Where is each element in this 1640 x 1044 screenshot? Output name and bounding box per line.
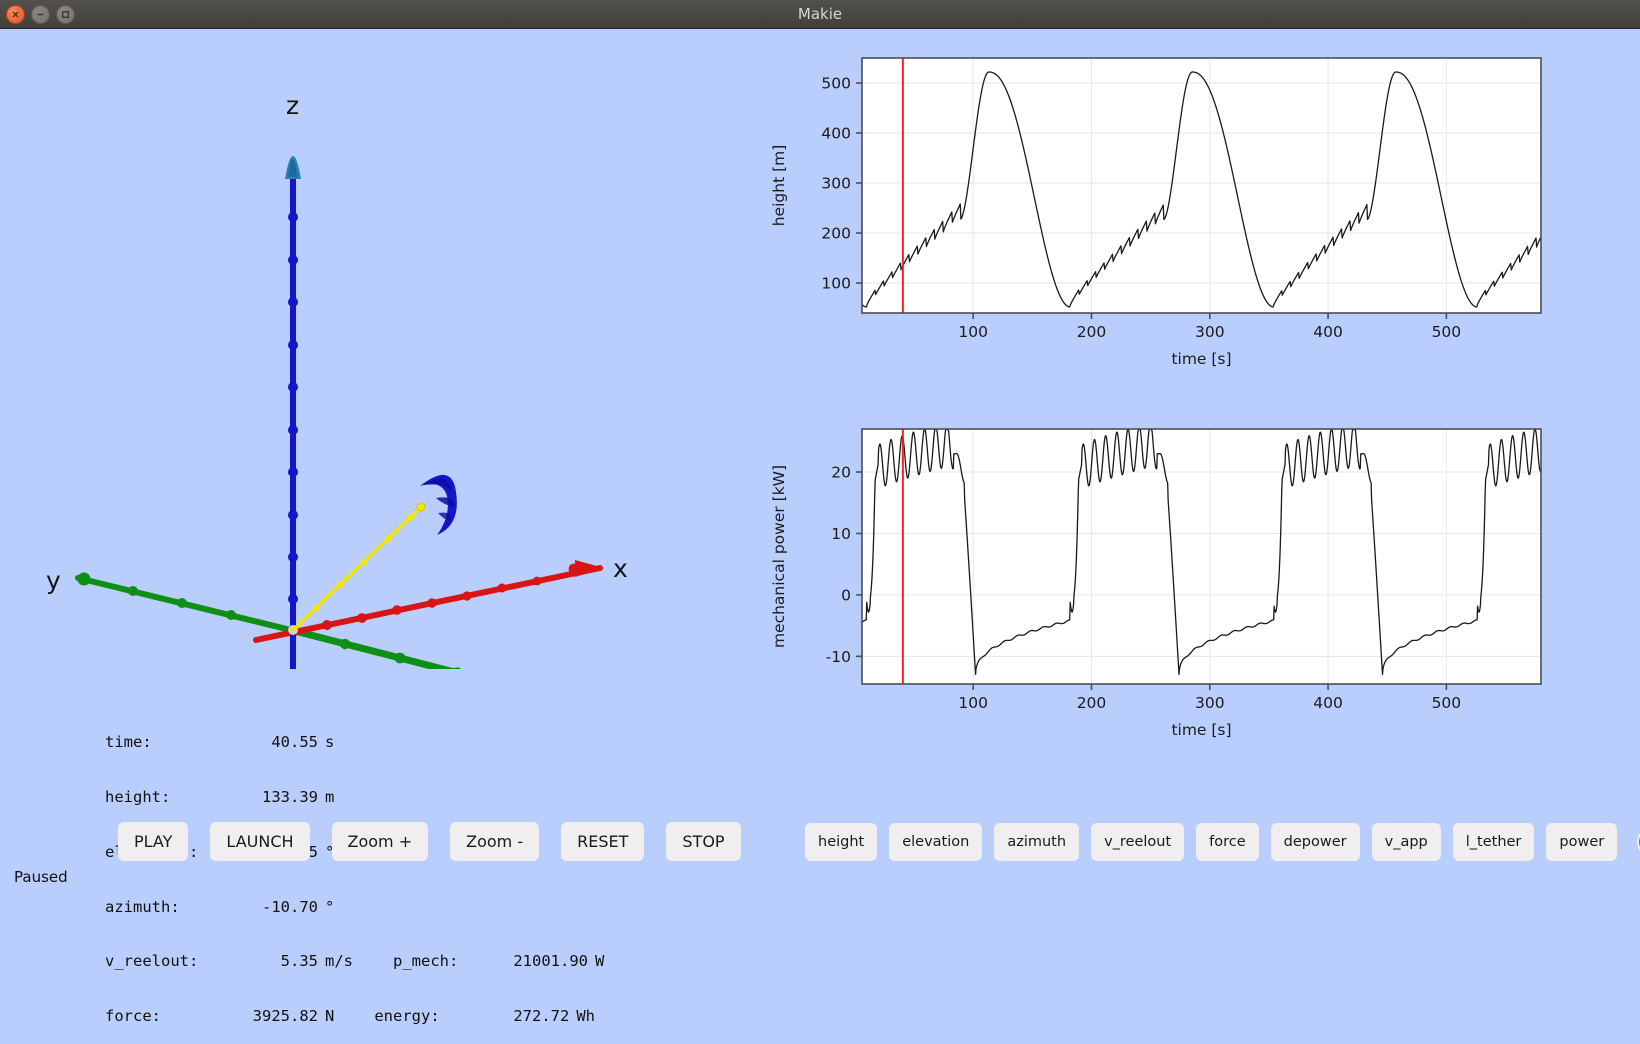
- scene-3d-canvas: z y x: [46, 91, 628, 669]
- telemetry-value-2: 272.72: [513, 1007, 570, 1026]
- height-chart-ylabel: height [m]: [770, 145, 788, 227]
- height-chart-ytick-label: 300: [821, 175, 851, 193]
- height-chart-canvas: 100 200 300 400 500 100 200 300 400 500 time [s] he…: [770, 57, 1542, 368]
- telemetry-row: force: 3925.82 Nenergy: 272.72 Wh: [49, 989, 604, 1025]
- height-chart-xlabel: time [s]: [1171, 350, 1231, 368]
- power-button[interactable]: power: [1546, 823, 1618, 861]
- height-chart-ytick-label: 100: [821, 275, 851, 293]
- telemetry-row: v_reelout: 5.35 m/s p_mech: 21001.90 W: [49, 934, 604, 970]
- telemetry-value: 133.39: [262, 787, 318, 806]
- power-chart-ylabel: mechanical power [kW]: [770, 465, 788, 648]
- telemetry-label-2: p_mech:: [393, 952, 459, 971]
- play-button[interactable]: PLAY: [118, 822, 189, 861]
- plot-variable-controls: height elevation azimuth v_reelout force depo…: [805, 823, 1640, 861]
- v-app-button[interactable]: v_app: [1371, 823, 1441, 861]
- axis-label-z: z: [286, 91, 299, 120]
- height-chart-xtick-label: 300: [1195, 323, 1225, 341]
- telemetry-unit-2: Wh: [576, 1007, 596, 1026]
- telemetry-row: time: 40.55 s: [49, 715, 604, 751]
- azimuth-button[interactable]: azimuth: [994, 823, 1080, 861]
- power-chart-ytick-label: 20: [831, 464, 851, 482]
- window-title: Makie: [797, 5, 843, 23]
- app-window: Makie z y x time: 40.55 s height: 133.39…: [0, 0, 1640, 1025]
- height-chart-xtick-label: 400: [1313, 323, 1343, 341]
- telemetry-row: height: 133.39 m: [49, 769, 604, 806]
- power-chart-xtick-label: 300: [1195, 694, 1225, 712]
- telemetry-unit: m/s: [325, 952, 353, 971]
- height-chart-xtick-label: 100: [958, 323, 988, 341]
- power-chart-ytick-label: 0: [841, 586, 851, 604]
- power-chart-canvas: -10 0 10 20 100 200 300 400 500 time [s] mechanica…: [770, 428, 1542, 739]
- telemetry-label: time:: [105, 732, 152, 751]
- axis-label-y: y: [46, 566, 61, 595]
- window-titlebar: Makie: [0, 0, 1640, 29]
- telemetry-value-2: 21001.90: [513, 952, 588, 971]
- launch-button[interactable]: LAUNCH: [210, 822, 310, 861]
- telemetry-unit: N: [325, 1007, 335, 1026]
- zoom-in-button[interactable]: Zoom +: [331, 822, 429, 861]
- l-tether-button[interactable]: l_tether: [1452, 823, 1535, 861]
- telemetry-row: azimuth: -10.70 °: [49, 879, 604, 916]
- power-chart-xtick-label: 100: [958, 694, 988, 712]
- telemetry-value: 3925.82: [252, 1007, 318, 1026]
- telemetry-unit: s: [325, 732, 335, 751]
- elevation-button[interactable]: elevation: [889, 823, 983, 861]
- scene-3d-viewport[interactable]: z y x: [0, 29, 760, 669]
- power-chart-xtick-label: 500: [1432, 694, 1462, 712]
- telemetry-label-2: energy:: [374, 1007, 440, 1026]
- height-chart-xtick-label: 500: [1432, 323, 1462, 341]
- telemetry-label: force:: [105, 1007, 161, 1026]
- playback-controls: PLAY LAUNCH Zoom + Zoom - RESET STOP: [118, 822, 741, 861]
- status-bar: Paused: [14, 868, 68, 886]
- zoom-out-button[interactable]: Zoom -: [450, 822, 540, 861]
- telemetry-unit: °: [325, 897, 335, 916]
- telemetry-value: -10.70: [262, 897, 318, 916]
- reset-button[interactable]: RESET: [561, 822, 645, 861]
- power-chart-xlabel: time [s]: [1171, 721, 1231, 739]
- height-chart-ytick-label: 400: [821, 125, 851, 143]
- stop-button[interactable]: STOP: [666, 822, 741, 861]
- axis-z: [285, 156, 301, 669]
- height-chart-xtick-label: 200: [1077, 323, 1107, 341]
- kite-model: [420, 474, 457, 535]
- depower-button[interactable]: depower: [1270, 823, 1360, 861]
- telemetry-label: height:: [105, 787, 171, 806]
- telemetry-unit-2: W: [595, 952, 605, 971]
- power-chart-xtick-label: 200: [1077, 694, 1107, 712]
- height-button[interactable]: height: [805, 823, 878, 861]
- power-chart-xtick-label: 400: [1313, 694, 1343, 712]
- axis-label-x: x: [613, 554, 628, 583]
- height-chart-ytick-label: 200: [821, 225, 851, 243]
- v-reelout-button[interactable]: v_reelout: [1091, 823, 1185, 861]
- power-chart-ytick-label: -10: [826, 648, 851, 666]
- force-button[interactable]: force: [1196, 823, 1259, 861]
- height-chart[interactable]: 100 200 300 400 500 100 200 300 400 500 time [s] he…: [760, 29, 1560, 399]
- power-chart[interactable]: -10 0 10 20 100 200 300 400 500 time [s] mechanica…: [760, 400, 1560, 800]
- telemetry-value: 40.55: [271, 732, 318, 751]
- height-chart-ytick-label: 500: [821, 75, 851, 93]
- power-chart-ytick-label: 10: [831, 525, 851, 543]
- telemetry-value: 5.35: [280, 952, 318, 971]
- telemetry-label: v_reelout:: [105, 952, 199, 971]
- telemetry-unit: m: [325, 787, 335, 806]
- axis-y: [75, 572, 461, 669]
- telemetry-label: azimuth:: [105, 897, 180, 916]
- axis-x: [253, 560, 604, 643]
